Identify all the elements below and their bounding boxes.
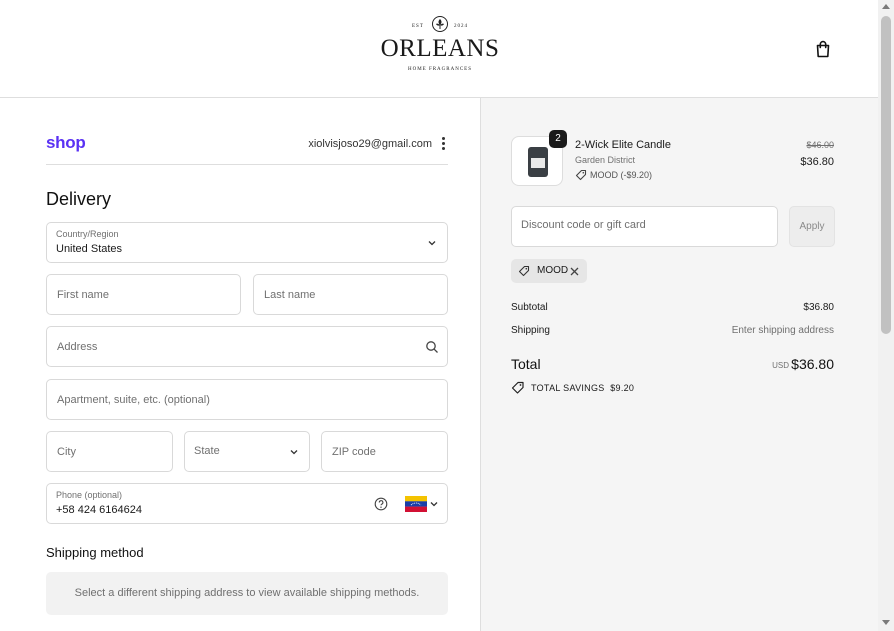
chevron-down-icon[interactable] xyxy=(429,499,439,509)
savings-value: $9.20 xyxy=(610,383,635,393)
shipping-method-notice: Select a different shipping address to v… xyxy=(46,572,448,615)
phone-label: Phone (optional) xyxy=(56,490,123,500)
fleur-de-lis-icon xyxy=(432,16,448,32)
address-placeholder: Address xyxy=(57,341,98,353)
first-name-placeholder: First name xyxy=(57,289,109,301)
logo-wordmark: ORLEANS xyxy=(380,35,500,62)
scroll-up-arrow-icon[interactable] xyxy=(882,4,890,9)
candle-image xyxy=(528,147,548,177)
country-value: United States xyxy=(56,243,123,255)
applied-discount-code: MOOD xyxy=(537,265,569,276)
shipping-method-heading: Shipping method xyxy=(46,545,144,560)
venezuela-flag-icon[interactable] xyxy=(405,496,427,512)
state-placeholder: State xyxy=(194,445,220,457)
applied-discount-chip: MOOD xyxy=(511,259,587,283)
shopping-bag-icon[interactable] xyxy=(812,38,834,60)
logo-est-label: EST xyxy=(412,24,424,29)
scroll-down-arrow-icon[interactable] xyxy=(882,620,890,625)
search-icon xyxy=(426,341,438,353)
divider xyxy=(46,164,448,165)
state-select[interactable]: State xyxy=(184,431,310,472)
apartment-field[interactable]: Apartment, suite, etc. (optional) xyxy=(46,379,448,420)
country-select[interactable]: Country/Region United States xyxy=(46,222,448,263)
scrollbar-thumb[interactable] xyxy=(881,16,891,334)
city-placeholder: City xyxy=(57,446,76,458)
help-icon[interactable] xyxy=(374,497,388,511)
tag-icon xyxy=(575,169,587,181)
original-price: $46.00 xyxy=(806,140,834,150)
delivery-heading: Delivery xyxy=(46,189,112,209)
total-value: $36.80 xyxy=(791,356,834,372)
discount-code-field[interactable] xyxy=(511,206,778,247)
phone-field[interactable]: Phone (optional) +58 424 6164624 xyxy=(46,483,448,524)
total-label: Total xyxy=(511,356,541,372)
subtotal-value: $36.80 xyxy=(803,302,834,313)
site-header: EST 2024 ORLEANS HOME FRAGRANCES xyxy=(0,0,878,98)
discount-code-input[interactable] xyxy=(521,219,761,231)
subtotal-label: Subtotal xyxy=(511,302,548,313)
account-email: xiolvisjoso29@gmail.com xyxy=(308,138,432,150)
order-summary-panel: 2 2-Wick Elite Candle Garden District MO… xyxy=(480,98,878,631)
chevron-down-icon xyxy=(290,450,298,455)
city-field[interactable]: City xyxy=(46,431,173,472)
apartment-placeholder: Apartment, suite, etc. (optional) xyxy=(57,394,210,406)
last-name-field[interactable]: Last name xyxy=(253,274,448,315)
shipping-value: Enter shipping address xyxy=(731,325,834,336)
remove-discount-icon[interactable] xyxy=(569,266,580,277)
quantity-badge: 2 xyxy=(549,130,567,148)
zip-placeholder: ZIP code xyxy=(332,446,376,458)
discounted-price: $36.80 xyxy=(800,156,834,168)
apply-discount-button[interactable]: Apply xyxy=(789,206,835,247)
product-name: 2-Wick Elite Candle xyxy=(575,139,671,151)
savings-label: TOTAL SAVINGS xyxy=(531,383,605,393)
savings-tag-icon xyxy=(511,381,524,394)
tag-icon xyxy=(518,265,530,277)
shop-pay-logo: shop xyxy=(46,133,86,152)
product-variant: Garden District xyxy=(575,155,636,165)
chevron-down-icon xyxy=(428,241,436,246)
product-discount-label: MOOD (-$9.20) xyxy=(590,170,653,180)
zip-field[interactable]: ZIP code xyxy=(321,431,448,472)
orleans-logo[interactable]: EST 2024 ORLEANS HOME FRAGRANCES xyxy=(370,16,510,76)
logo-year-label: 2024 xyxy=(454,24,468,29)
checkout-form-panel: shop xiolvisjoso29@gmail.com Delivery Co… xyxy=(0,98,480,631)
shipping-label: Shipping xyxy=(511,325,550,336)
kebab-menu-icon[interactable] xyxy=(438,137,448,151)
logo-subtitle: HOME FRAGRANCES xyxy=(407,67,473,72)
page-scrollbar[interactable] xyxy=(878,0,894,631)
first-name-field[interactable]: First name xyxy=(46,274,241,315)
last-name-placeholder: Last name xyxy=(264,289,316,301)
address-field[interactable]: Address xyxy=(46,326,448,367)
country-label: Country/Region xyxy=(56,229,119,239)
phone-value: +58 424 6164624 xyxy=(56,504,142,516)
